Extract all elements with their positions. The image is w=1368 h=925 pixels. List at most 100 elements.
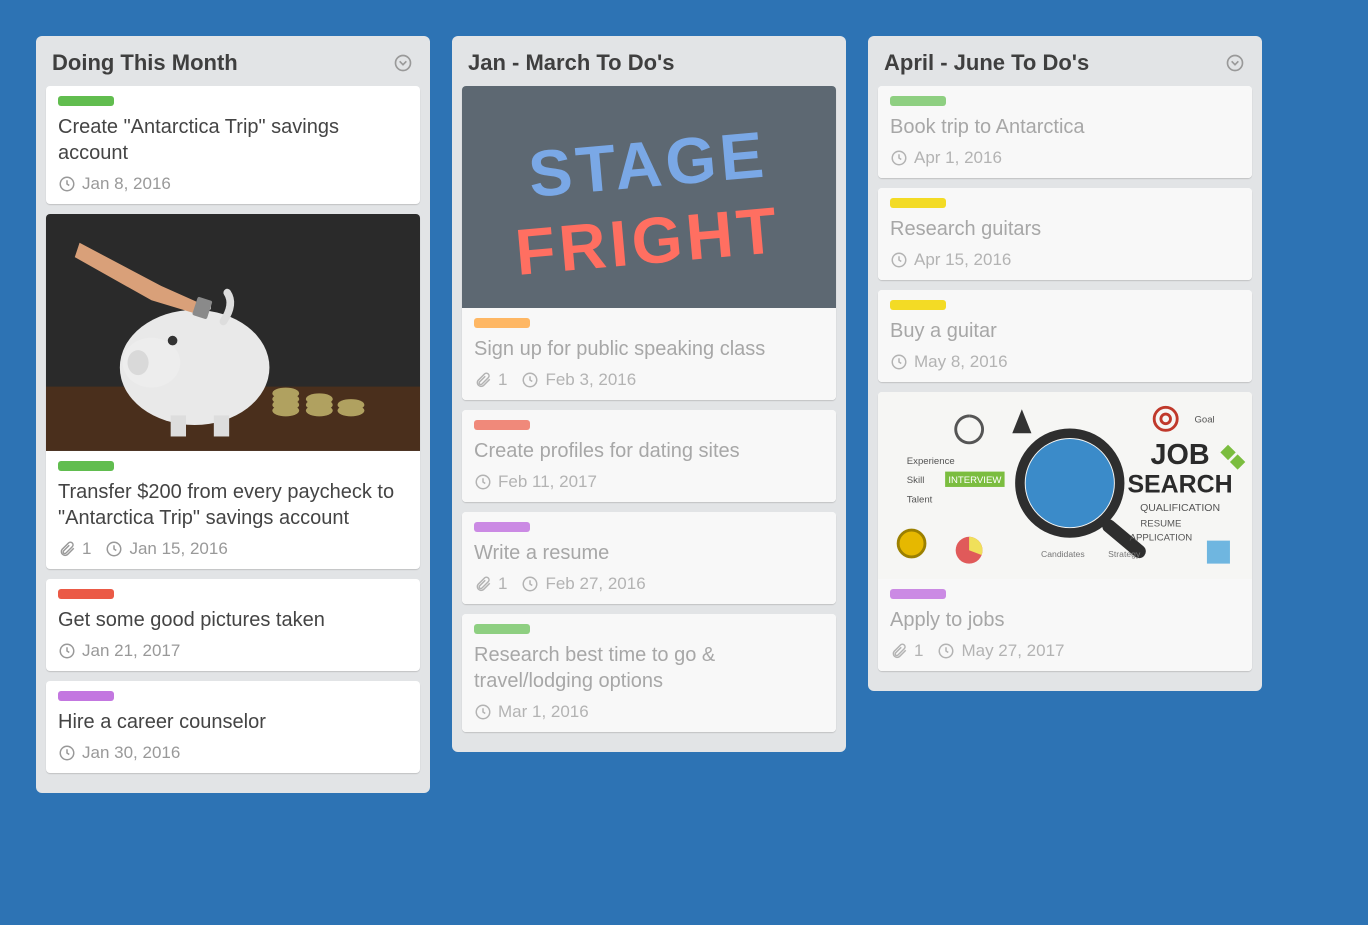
card[interactable]: Create "Antarctica Trip" savings account… — [46, 86, 420, 204]
list-header: Doing This Month — [46, 46, 420, 86]
due-date: May 27, 2017 — [961, 641, 1064, 661]
attachment-badge: 1 — [58, 539, 91, 559]
chevron-down-icon[interactable] — [1224, 52, 1246, 74]
clock-icon — [58, 175, 76, 193]
clock-icon — [105, 540, 123, 558]
clock-icon — [474, 703, 492, 721]
clock-icon — [937, 642, 955, 660]
svg-text:Talent: Talent — [907, 494, 933, 505]
card[interactable]: Create profiles for dating sites Feb 11,… — [462, 410, 836, 502]
svg-text:JOB: JOB — [1151, 439, 1210, 471]
svg-text:Skill: Skill — [907, 475, 925, 486]
attachment-icon — [474, 371, 492, 389]
card[interactable]: Transfer $200 from every paycheck to "An… — [46, 214, 420, 569]
card-cover-image: STAGE FRIGHT — [462, 86, 836, 308]
clock-icon — [890, 149, 908, 167]
card-title: Buy a guitar — [890, 318, 1240, 344]
clock-icon — [58, 642, 76, 660]
attachment-badge: 1 — [474, 370, 507, 390]
attachment-count: 1 — [82, 539, 91, 559]
label-orange — [474, 318, 530, 328]
attachment-icon — [890, 642, 908, 660]
label-salmon — [474, 420, 530, 430]
clock-icon — [890, 251, 908, 269]
svg-text:Experience: Experience — [907, 456, 955, 467]
card-title: Create profiles for dating sites — [474, 438, 824, 464]
svg-text:Strategy: Strategy — [1108, 549, 1141, 559]
card-title: Write a resume — [474, 540, 824, 566]
due-badge: Jan 30, 2016 — [58, 743, 180, 763]
card[interactable]: Get some good pictures taken Jan 21, 201… — [46, 579, 420, 671]
card[interactable]: JOB SEARCH QUALIFICATION RESUME APPLICAT… — [878, 392, 1252, 671]
card[interactable]: Research guitars Apr 15, 2016 — [878, 188, 1252, 280]
attachment-icon — [58, 540, 76, 558]
card-title: Transfer $200 from every paycheck to "An… — [58, 479, 408, 531]
card[interactable]: STAGE FRIGHT Sign up for public speaking… — [462, 86, 836, 400]
chevron-down-icon[interactable] — [392, 52, 414, 74]
svg-text:INTERVIEW: INTERVIEW — [948, 475, 1001, 486]
label-yellow — [890, 198, 946, 208]
card-badges: Jan 30, 2016 — [58, 743, 408, 763]
label-purple — [474, 522, 530, 532]
card-badges: Apr 1, 2016 — [890, 148, 1240, 168]
due-badge: May 27, 2017 — [937, 641, 1064, 661]
clock-icon — [890, 353, 908, 371]
attachment-count: 1 — [498, 574, 507, 594]
attachment-count: 1 — [914, 641, 923, 661]
card-badges: 1 Feb 3, 2016 — [474, 370, 824, 390]
due-badge: Apr 15, 2016 — [890, 250, 1011, 270]
list-doing-this-month: Doing This Month Create "Antarctica Trip… — [36, 36, 430, 793]
attachment-count: 1 — [498, 370, 507, 390]
card-badges: 1 May 27, 2017 — [890, 641, 1240, 661]
attachment-badge: 1 — [890, 641, 923, 661]
attachment-badge: 1 — [474, 574, 507, 594]
card[interactable]: Buy a guitar May 8, 2016 — [878, 290, 1252, 382]
due-date: Jan 21, 2017 — [82, 641, 180, 661]
card-badges: 1 Feb 27, 2016 — [474, 574, 824, 594]
svg-text:Goal: Goal — [1194, 415, 1214, 426]
card-title: Get some good pictures taken — [58, 607, 408, 633]
svg-text:APPLICATION: APPLICATION — [1130, 533, 1193, 544]
label-lime — [890, 96, 946, 106]
due-badge: Jan 21, 2017 — [58, 641, 180, 661]
list-april-june: April - June To Do's Book trip to Antarc… — [868, 36, 1262, 691]
list-title[interactable]: Doing This Month — [52, 50, 238, 76]
list-title[interactable]: Jan - March To Do's — [468, 50, 675, 76]
card-badges: Feb 11, 2017 — [474, 472, 824, 492]
list-jan-march: Jan - March To Do's STAGE FRIGHT Sign up… — [452, 36, 846, 752]
card-title: Apply to jobs — [890, 607, 1240, 633]
due-badge: May 8, 2016 — [890, 352, 1008, 372]
card-badges: 1 Jan 15, 2016 — [58, 539, 408, 559]
card-title: Hire a career counselor — [58, 709, 408, 735]
label-red — [58, 589, 114, 599]
attachment-icon — [474, 575, 492, 593]
due-date: Apr 15, 2016 — [914, 250, 1011, 270]
card[interactable]: Write a resume 1 Feb 27, 2016 — [462, 512, 836, 604]
card[interactable]: Book trip to Antarctica Apr 1, 2016 — [878, 86, 1252, 178]
due-date: Feb 11, 2017 — [498, 472, 597, 492]
svg-text:Candidates: Candidates — [1041, 549, 1085, 559]
due-date: Apr 1, 2016 — [914, 148, 1002, 168]
svg-text:SEARCH: SEARCH — [1127, 471, 1232, 499]
due-date: May 8, 2016 — [914, 352, 1008, 372]
label-green — [58, 461, 114, 471]
card-title: Sign up for public speaking class — [474, 336, 824, 362]
label-purple — [890, 589, 946, 599]
list-header: Jan - March To Do's — [462, 46, 836, 86]
due-badge: Jan 15, 2016 — [105, 539, 227, 559]
list-title[interactable]: April - June To Do's — [884, 50, 1089, 76]
due-date: Feb 3, 2016 — [545, 370, 636, 390]
card[interactable]: Research best time to go & travel/lodgin… — [462, 614, 836, 732]
due-badge: Feb 3, 2016 — [521, 370, 636, 390]
card[interactable]: Hire a career counselor Jan 30, 2016 — [46, 681, 420, 773]
due-date: Mar 1, 2016 — [498, 702, 589, 722]
card-badges: Jan 8, 2016 — [58, 174, 408, 194]
card-badges: Mar 1, 2016 — [474, 702, 824, 722]
card-badges: Apr 15, 2016 — [890, 250, 1240, 270]
label-green — [58, 96, 114, 106]
clock-icon — [521, 575, 539, 593]
card-title: Research guitars — [890, 216, 1240, 242]
due-badge: Apr 1, 2016 — [890, 148, 1002, 168]
due-date: Jan 15, 2016 — [129, 539, 227, 559]
due-badge: Feb 11, 2017 — [474, 472, 597, 492]
